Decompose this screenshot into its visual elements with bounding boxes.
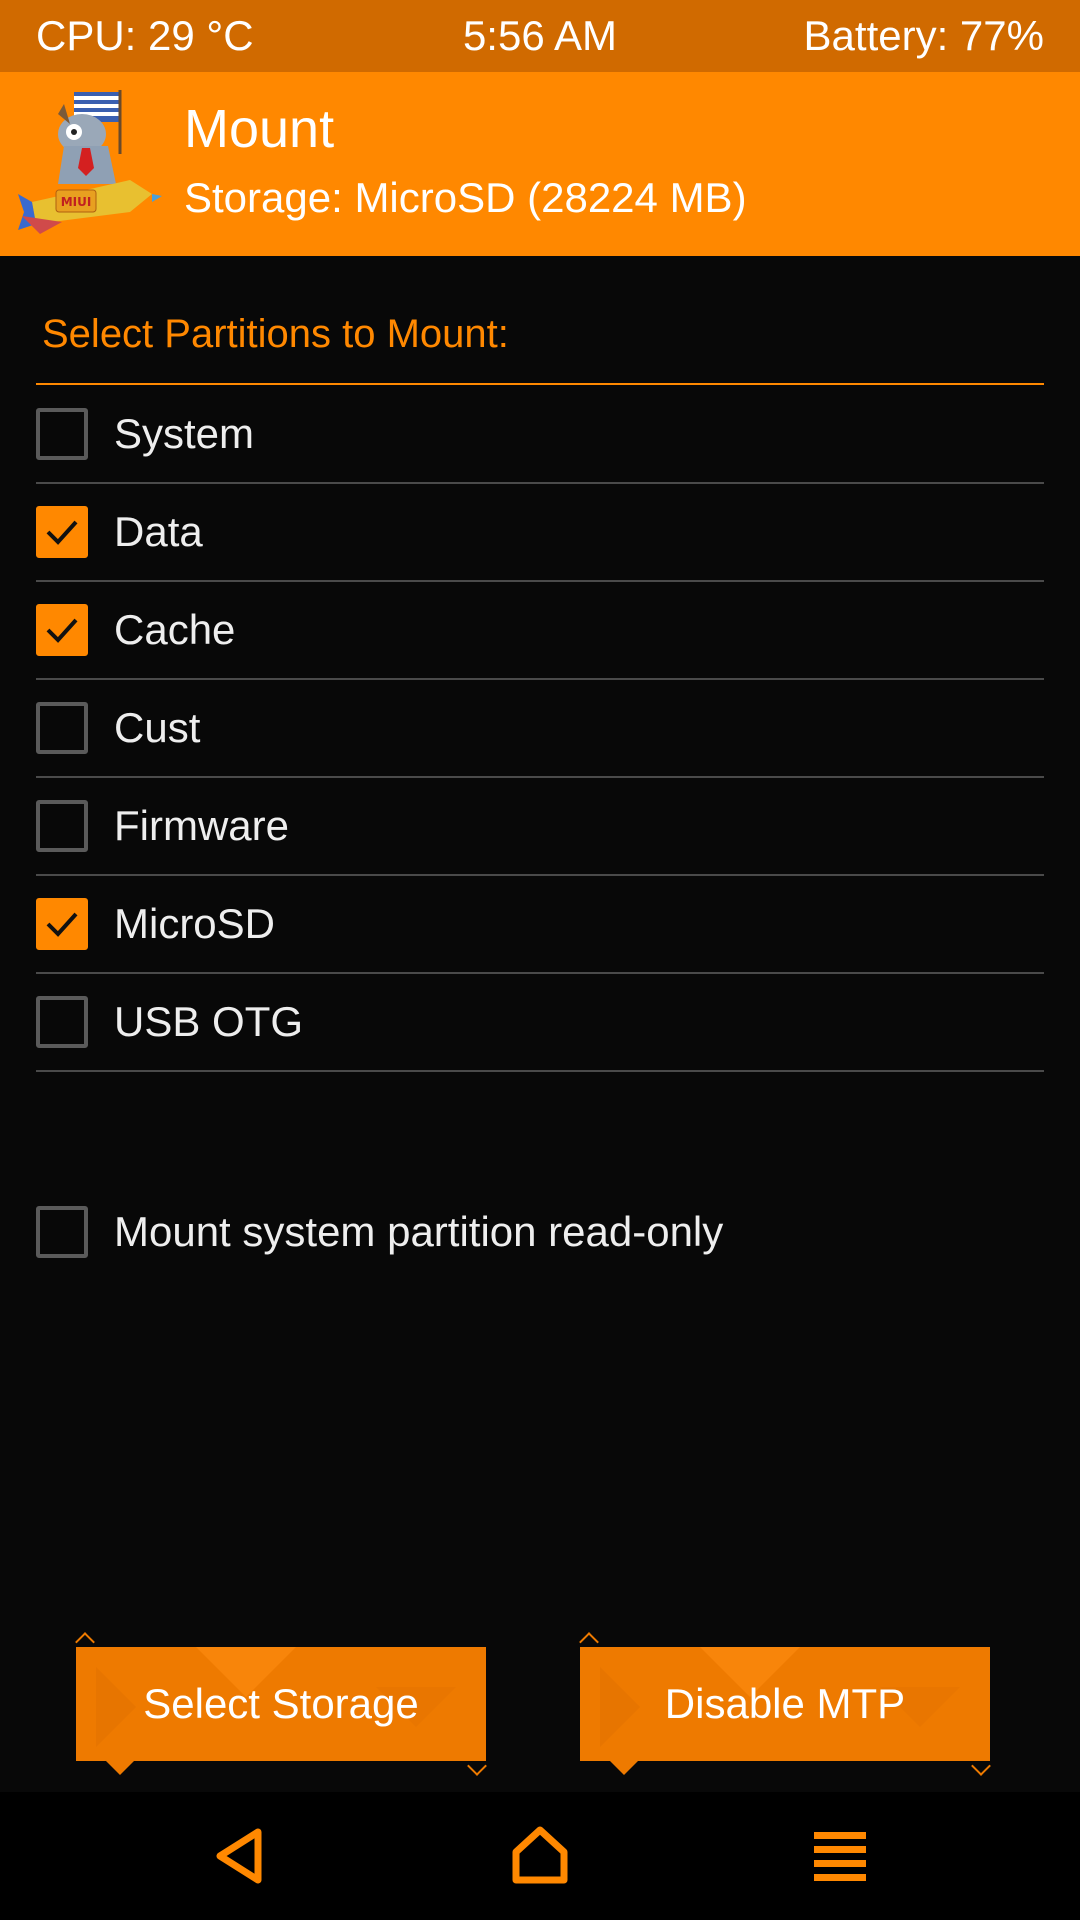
checkbox[interactable] — [36, 408, 88, 460]
section-divider — [36, 383, 1044, 385]
partition-label: USB OTG — [114, 998, 304, 1045]
select-storage-button[interactable]: Select Storage — [75, 1632, 487, 1776]
readonly-option-label: Mount system partition read-only — [114, 1208, 724, 1255]
back-triangle-icon[interactable] — [208, 1824, 272, 1888]
checkbox[interactable] — [36, 604, 88, 656]
partition-label: System — [114, 410, 255, 457]
menu-lines-icon[interactable] — [808, 1824, 872, 1888]
disable-mtp-button[interactable]: Disable MTP — [579, 1632, 991, 1776]
select-storage-label: Select Storage — [143, 1680, 419, 1727]
partition-item-data[interactable]: Data — [36, 484, 1044, 582]
checkbox[interactable] — [36, 800, 88, 852]
partition-list: System Data Cache Cust Firmware MicroSD — [36, 386, 1044, 1072]
partition-item-microsd[interactable]: MicroSD — [36, 876, 1044, 974]
partition-label: MicroSD — [114, 900, 276, 947]
checkbox[interactable] — [36, 506, 88, 558]
mount-system-readonly-option[interactable]: Mount system partition read-only — [36, 1202, 1044, 1262]
checkbox[interactable] — [36, 996, 88, 1048]
cpu-temperature: CPU: 29 °C — [36, 12, 254, 59]
button-corner-decoration — [579, 1632, 599, 1652]
checkbox[interactable] — [36, 898, 88, 950]
partition-label: Data — [114, 508, 203, 555]
checkmark-icon — [46, 520, 78, 545]
partition-item-system[interactable]: System — [36, 386, 1044, 484]
status-bar: CPU: 29 °C 5:56 AM Battery: 77% — [0, 0, 1080, 72]
partition-item-cache[interactable]: Cache — [36, 582, 1044, 680]
partition-item-firmware[interactable]: Firmware — [36, 778, 1044, 876]
svg-text:MIUI: MIUI — [61, 195, 92, 209]
home-icon[interactable] — [508, 1824, 572, 1888]
disable-mtp-label: Disable MTP — [664, 1680, 906, 1727]
partition-label: Firmware — [114, 802, 289, 849]
battery-level: Battery: 77% — [803, 12, 1044, 59]
partitions-section-title: Select Partitions to Mount: — [42, 312, 509, 356]
page-header: MIUI Mount Storage: MicroSD (28224 MB) — [0, 72, 1080, 256]
button-corner-decoration — [106, 1761, 134, 1775]
button-corner-decoration — [75, 1632, 95, 1652]
miui-mascot-logo-icon: MIUI — [18, 90, 162, 234]
page-title: Mount — [184, 99, 335, 159]
navigation-bar — [0, 1792, 1080, 1920]
partition-item-cust[interactable]: Cust — [36, 680, 1044, 778]
storage-info: Storage: MicroSD (28224 MB) — [184, 174, 747, 221]
checkmark-icon — [46, 912, 78, 937]
partition-label: Cache — [114, 606, 236, 653]
button-corner-decoration — [467, 1756, 487, 1776]
checkbox[interactable] — [36, 1206, 88, 1258]
partition-label: Cust — [114, 704, 201, 751]
checkbox[interactable] — [36, 702, 88, 754]
partition-item-usb-otg[interactable]: USB OTG — [36, 974, 1044, 1072]
checkmark-icon — [46, 618, 78, 643]
button-corner-decoration — [610, 1761, 638, 1775]
button-corner-decoration — [971, 1756, 991, 1776]
